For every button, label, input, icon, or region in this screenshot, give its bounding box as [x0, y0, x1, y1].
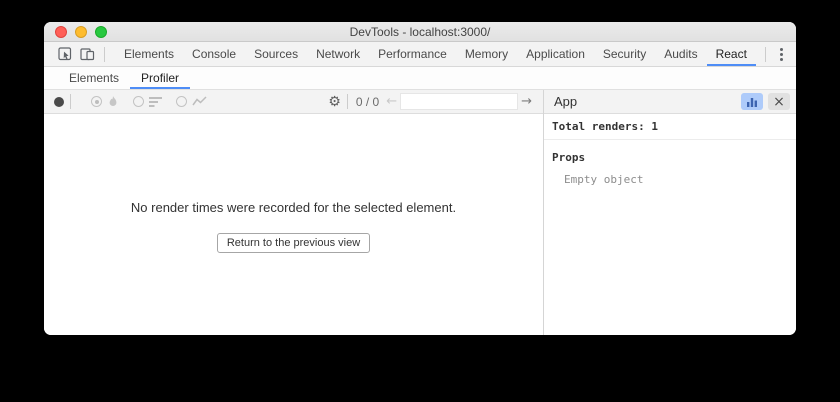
radio-ranked[interactable] — [133, 96, 144, 107]
props-value: Empty object — [544, 164, 796, 186]
radio-interactions[interactable] — [176, 96, 187, 107]
close-panel-button[interactable]: × — [768, 93, 790, 110]
mode-interactions[interactable] — [176, 96, 207, 107]
props-heading: Props — [544, 140, 796, 164]
total-renders-row: Total renders: 1 — [544, 114, 796, 140]
subtab-profiler[interactable]: Profiler — [130, 67, 190, 89]
tab-console[interactable]: Console — [183, 42, 245, 66]
divider — [70, 94, 71, 109]
search-input[interactable] — [400, 93, 518, 110]
tab-memory[interactable]: Memory — [456, 42, 517, 66]
divider — [104, 47, 105, 62]
traffic-lights — [55, 26, 107, 38]
selected-element-panel-header: App × — [544, 90, 796, 114]
record-button[interactable] — [54, 97, 64, 107]
divider — [347, 94, 348, 109]
profiler-main-pane: No render times were recorded for the se… — [44, 114, 543, 335]
react-subtabbar: Elements Profiler — [44, 67, 796, 90]
profiler-toolbar-row: ⚙ 0 / 0 ← → App × — [44, 90, 796, 114]
inspect-cursor-icon[interactable] — [54, 44, 76, 64]
bar-chart-icon — [746, 96, 758, 107]
total-renders-label: Total renders: — [552, 120, 645, 133]
total-renders-value: 1 — [651, 120, 658, 133]
tab-audits[interactable]: Audits — [655, 42, 706, 66]
panel-title: App — [554, 94, 736, 109]
content-area: No render times were recorded for the se… — [44, 114, 796, 335]
zoom-window-button[interactable] — [95, 26, 107, 38]
render-chart-button[interactable] — [741, 93, 763, 110]
tab-application[interactable]: Application — [517, 42, 594, 66]
commit-counter: 0 / 0 — [356, 95, 379, 109]
tab-performance[interactable]: Performance — [369, 42, 456, 66]
prev-commit-button[interactable]: ← — [383, 95, 400, 108]
devtools-tabbar: Elements Console Sources Network Perform… — [44, 42, 796, 67]
next-commit-button[interactable]: → — [518, 95, 535, 108]
return-previous-view-button[interactable]: Return to the previous view — [217, 233, 370, 253]
selected-element-panel: Total renders: 1 Props Empty object — [544, 114, 796, 335]
mode-flamegraph[interactable] — [91, 95, 119, 108]
settings-gear-icon[interactable]: ⚙ — [328, 95, 341, 109]
radio-flamegraph[interactable] — [91, 96, 102, 107]
tab-security[interactable]: Security — [594, 42, 655, 66]
tab-react[interactable]: React — [707, 42, 756, 66]
device-toolbar-icon[interactable] — [76, 44, 98, 64]
subtab-elements[interactable]: Elements — [58, 67, 130, 89]
ranked-bars-icon — [149, 97, 162, 107]
window-title: DevTools - localhost:3000/ — [350, 25, 491, 39]
titlebar: DevTools - localhost:3000/ — [44, 22, 796, 42]
devtools-window: DevTools - localhost:3000/ Elements Cons… — [44, 22, 796, 335]
empty-state-message: No render times were recorded for the se… — [131, 200, 456, 215]
flame-icon — [107, 95, 119, 108]
tab-sources[interactable]: Sources — [245, 42, 307, 66]
tab-list: Elements Console Sources Network Perform… — [115, 42, 759, 66]
commit-chart-icon — [192, 96, 207, 107]
minimize-window-button[interactable] — [75, 26, 87, 38]
mode-ranked[interactable] — [133, 96, 162, 107]
divider — [765, 47, 766, 62]
kebab-menu-icon[interactable] — [772, 44, 790, 64]
close-window-button[interactable] — [55, 26, 67, 38]
profiler-toolbar: ⚙ 0 / 0 ← → — [44, 90, 543, 114]
tab-elements[interactable]: Elements — [115, 42, 183, 66]
tab-network[interactable]: Network — [307, 42, 369, 66]
